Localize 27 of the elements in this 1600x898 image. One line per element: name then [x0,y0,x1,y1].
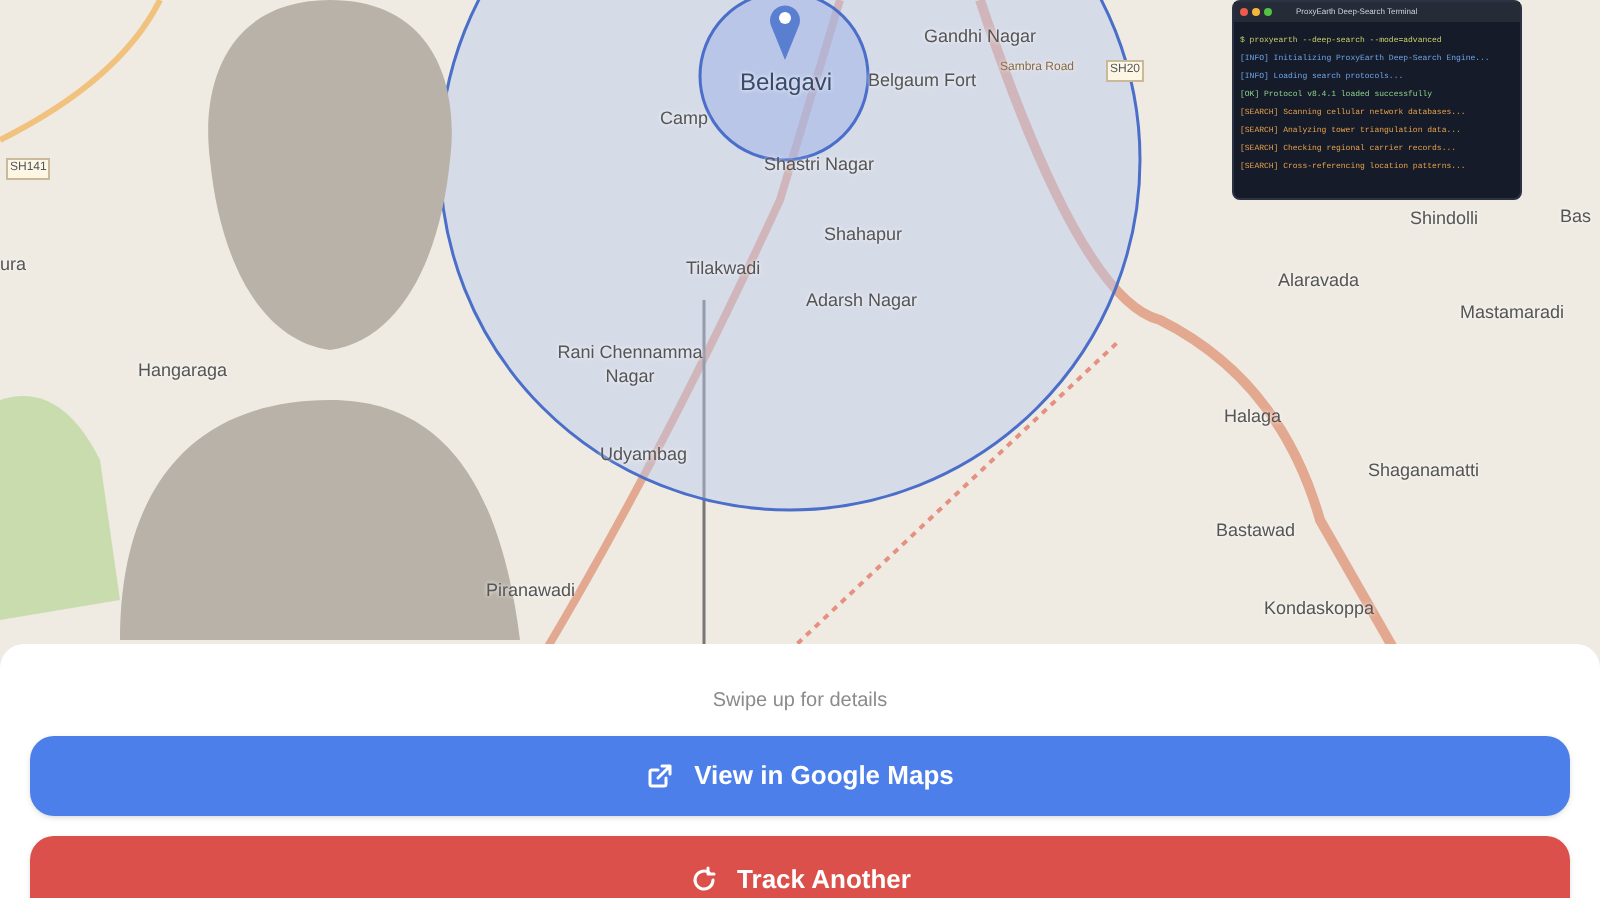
place-label: Kondaskoppa [1264,596,1375,622]
place-label: Tilakwadi [686,256,761,282]
place-label: Shastri Nagar [764,152,875,178]
place-label: Adarsh Nagar [806,288,918,314]
place-label: Belgaum Fort [868,68,977,94]
place-label: Camp [660,106,709,132]
place-label: Alaravada [1278,268,1360,294]
city-label: Belagavi [740,66,833,100]
view-map-button[interactable]: View in Google Maps [30,736,1570,816]
place-label: Bastawad [1216,518,1296,544]
place-label: Shahapur [824,222,903,248]
swipe-hint: Swipe up for details [712,688,888,716]
map-pin-icon [770,0,800,60]
place-label: ura [0,252,27,278]
place-label: Gandhi Nagar [924,24,1037,50]
place-label: Udyambag [600,442,688,468]
place-label: Mastamaradi [1460,300,1565,326]
place-label: Shaganamatti [1368,458,1480,484]
place-label: Halaga [1224,404,1282,430]
place-label: Bas [1560,204,1592,230]
place-label: Shindolli [1410,206,1479,232]
place-label: Hangaraga [138,358,228,384]
place-label: Piranawadi [486,578,576,604]
track-another-button[interactable]: Track Another [30,836,1570,898]
external-link-icon [646,762,675,790]
place-label: Rani Chennamma Nagar [555,340,705,388]
refresh-icon [689,866,718,894]
